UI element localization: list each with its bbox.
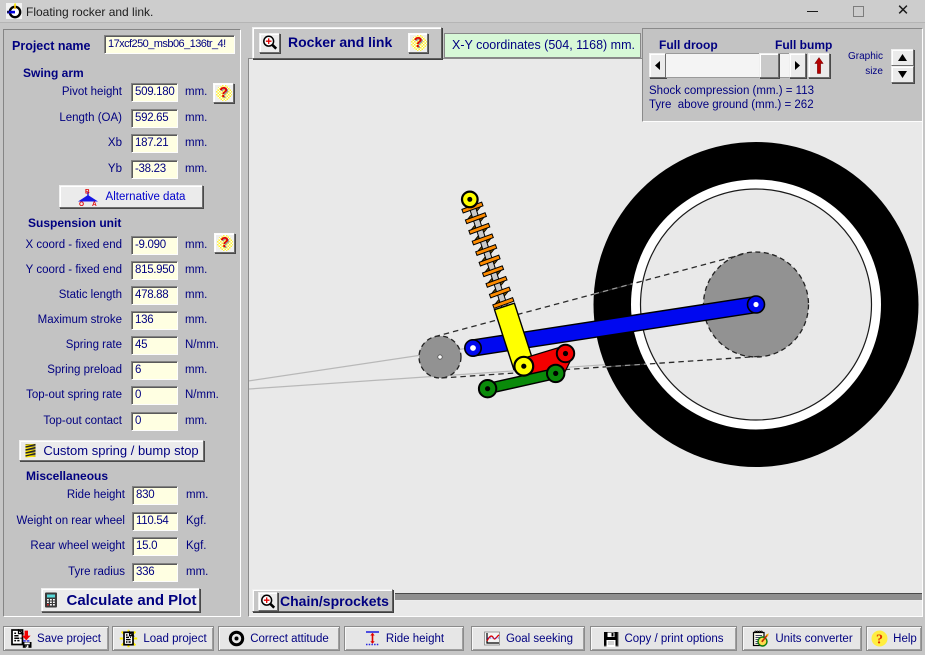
svg-text:B: B (85, 188, 90, 195)
svg-text:A: A (92, 201, 97, 206)
svg-text:?: ? (876, 633, 883, 648)
svg-text:O: O (79, 201, 84, 206)
